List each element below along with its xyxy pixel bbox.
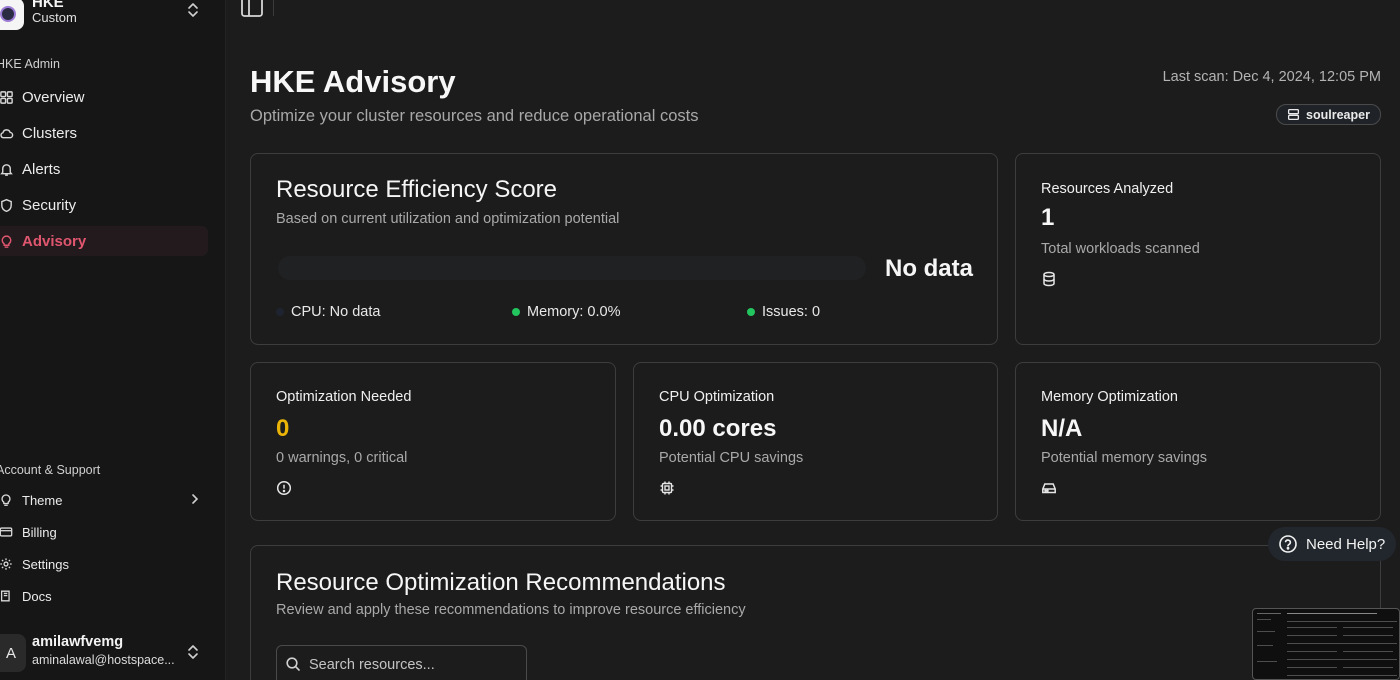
search-input[interactable] — [309, 654, 519, 676]
sidebar-item-label: Billing — [22, 524, 57, 540]
bell-icon — [0, 161, 14, 177]
sidebar-item-overview[interactable]: Overview — [0, 82, 208, 112]
stat-label: Memory Optimization — [1041, 389, 1178, 405]
cluster-badge[interactable]: soulreaper — [1276, 104, 1381, 125]
topbar-divider — [273, 0, 274, 16]
help-circle-icon — [1279, 535, 1297, 553]
card-subtitle: Based on current utilization and optimiz… — [276, 211, 620, 227]
search-resources[interactable] — [276, 645, 527, 680]
shield-icon — [0, 197, 14, 213]
sidebar-item-label: Docs — [22, 588, 52, 604]
stat-label: Optimization Needed — [276, 389, 412, 405]
card-title: Resource Optimization Recommendations — [276, 569, 726, 596]
sidebar-item-security[interactable]: Security — [0, 190, 208, 220]
user-name: amilawfvemg — [32, 634, 124, 650]
stat-subtext: 0 warnings, 0 critical — [276, 450, 408, 466]
legend-dot — [747, 308, 755, 316]
lightbulb-icon — [0, 492, 14, 508]
stat-value: N/A — [1041, 415, 1083, 442]
legend-label: Memory: 0.0% — [527, 304, 621, 320]
chevron-right-icon — [192, 494, 199, 504]
stat-value: 1 — [1041, 204, 1055, 231]
legend-label: CPU: No data — [291, 304, 381, 320]
section-label-admin: HKE Admin — [0, 57, 60, 71]
user-email: aminalawal@hostspace... — [32, 653, 175, 667]
org-logo — [0, 0, 24, 30]
chevrons-up-down-icon — [188, 645, 198, 659]
sidebar-item-label: Settings — [22, 556, 69, 572]
sidebar-item-docs[interactable]: Docs — [0, 583, 208, 609]
page-title: HKE Advisory — [250, 64, 456, 99]
legend-memory: Memory: 0.0% — [512, 304, 620, 320]
sidebar-item-label: Advisory — [22, 232, 87, 250]
legend-label: Issues: 0 — [762, 304, 821, 320]
sidebar-item-label: Overview — [22, 88, 85, 106]
stat-label: CPU Optimization — [659, 389, 775, 405]
sidebar-item-label: Security — [22, 196, 77, 214]
user-menu[interactable]: A amilawfvemg aminalawal@hostspace... — [0, 628, 226, 676]
card-title: Resource Efficiency Score — [276, 176, 558, 203]
last-scan-timestamp: Last scan: Dec 4, 2024, 12:05 PM — [1162, 69, 1381, 85]
stat-value: 0.00 cores — [659, 415, 777, 442]
org-plan: Custom — [32, 10, 77, 25]
section-label-account: Account & Support — [0, 463, 101, 477]
sidebar-item-label: Theme — [22, 492, 63, 508]
efficiency-score-card: Resource Efficiency Score Based on curre… — [250, 153, 998, 345]
stat-subtext: Total workloads scanned — [1041, 241, 1200, 257]
hard-drive-icon — [1042, 483, 1056, 494]
cpu-optimization-card: CPU Optimization 0.00 cores Potential CP… — [633, 362, 998, 521]
grid-icon — [0, 89, 14, 105]
book-icon — [0, 588, 14, 604]
search-icon — [286, 657, 300, 671]
card-subtitle: Review and apply these recommendations t… — [276, 602, 746, 618]
stat-subtext: Potential CPU savings — [659, 450, 804, 466]
efficiency-meter — [278, 256, 866, 280]
legend-dot — [276, 308, 284, 316]
sidebar-item-theme[interactable]: Theme — [0, 487, 208, 513]
stat-subtext: Potential memory savings — [1041, 450, 1208, 466]
legend-issues: Issues: 0 — [747, 304, 820, 320]
sidebar-item-label: Clusters — [22, 124, 78, 142]
card-icon — [0, 524, 14, 540]
stat-label: Resources Analyzed — [1041, 181, 1174, 197]
sidebar-toggle-icon[interactable] — [240, 0, 264, 18]
cpu-icon — [660, 481, 674, 495]
cloud-icon — [0, 125, 14, 141]
sidebar-item-clusters[interactable]: Clusters — [0, 118, 208, 148]
legend-cpu: CPU: No data — [276, 304, 380, 320]
avatar: A — [0, 634, 26, 672]
server-icon — [1288, 108, 1300, 121]
stat-value: 0 — [276, 415, 290, 442]
efficiency-score: No data — [884, 255, 973, 282]
optimization-needed-card: Optimization Needed 0 0 warnings, 0 crit… — [250, 362, 616, 521]
sidebar-item-alerts[interactable]: Alerts — [0, 154, 208, 184]
memory-optimization-card: Memory Optimization N/A Potential memory… — [1015, 362, 1381, 521]
sidebar-item-settings[interactable]: Settings — [0, 551, 208, 577]
lightbulb-icon — [0, 233, 14, 249]
sidebar: HKE Custom HKE Admin Overview Clusters A… — [0, 0, 226, 680]
screen-preview-thumbnail — [1252, 608, 1400, 680]
sidebar-item-billing[interactable]: Billing — [0, 519, 208, 545]
resources-analyzed-card: Resources Analyzed 1 Total workloads sca… — [1015, 153, 1381, 345]
alert-circle-icon — [276, 480, 292, 496]
recommendations-card: Resource Optimization Recommendations Re… — [250, 545, 1381, 680]
org-switcher[interactable]: HKE Custom — [0, 0, 226, 34]
legend-dot — [512, 308, 520, 316]
sidebar-item-advisory[interactable]: Advisory — [0, 226, 208, 256]
page-subtitle: Optimize your cluster resources and redu… — [250, 107, 699, 125]
database-icon — [1043, 271, 1055, 287]
help-label: Need Help? — [1306, 535, 1386, 553]
chevrons-up-down-icon — [188, 3, 198, 17]
sidebar-item-label: Alerts — [22, 160, 61, 178]
cluster-name: soulreaper — [1306, 107, 1370, 122]
gear-icon — [0, 556, 14, 572]
need-help-button[interactable]: Need Help? — [1268, 527, 1396, 561]
